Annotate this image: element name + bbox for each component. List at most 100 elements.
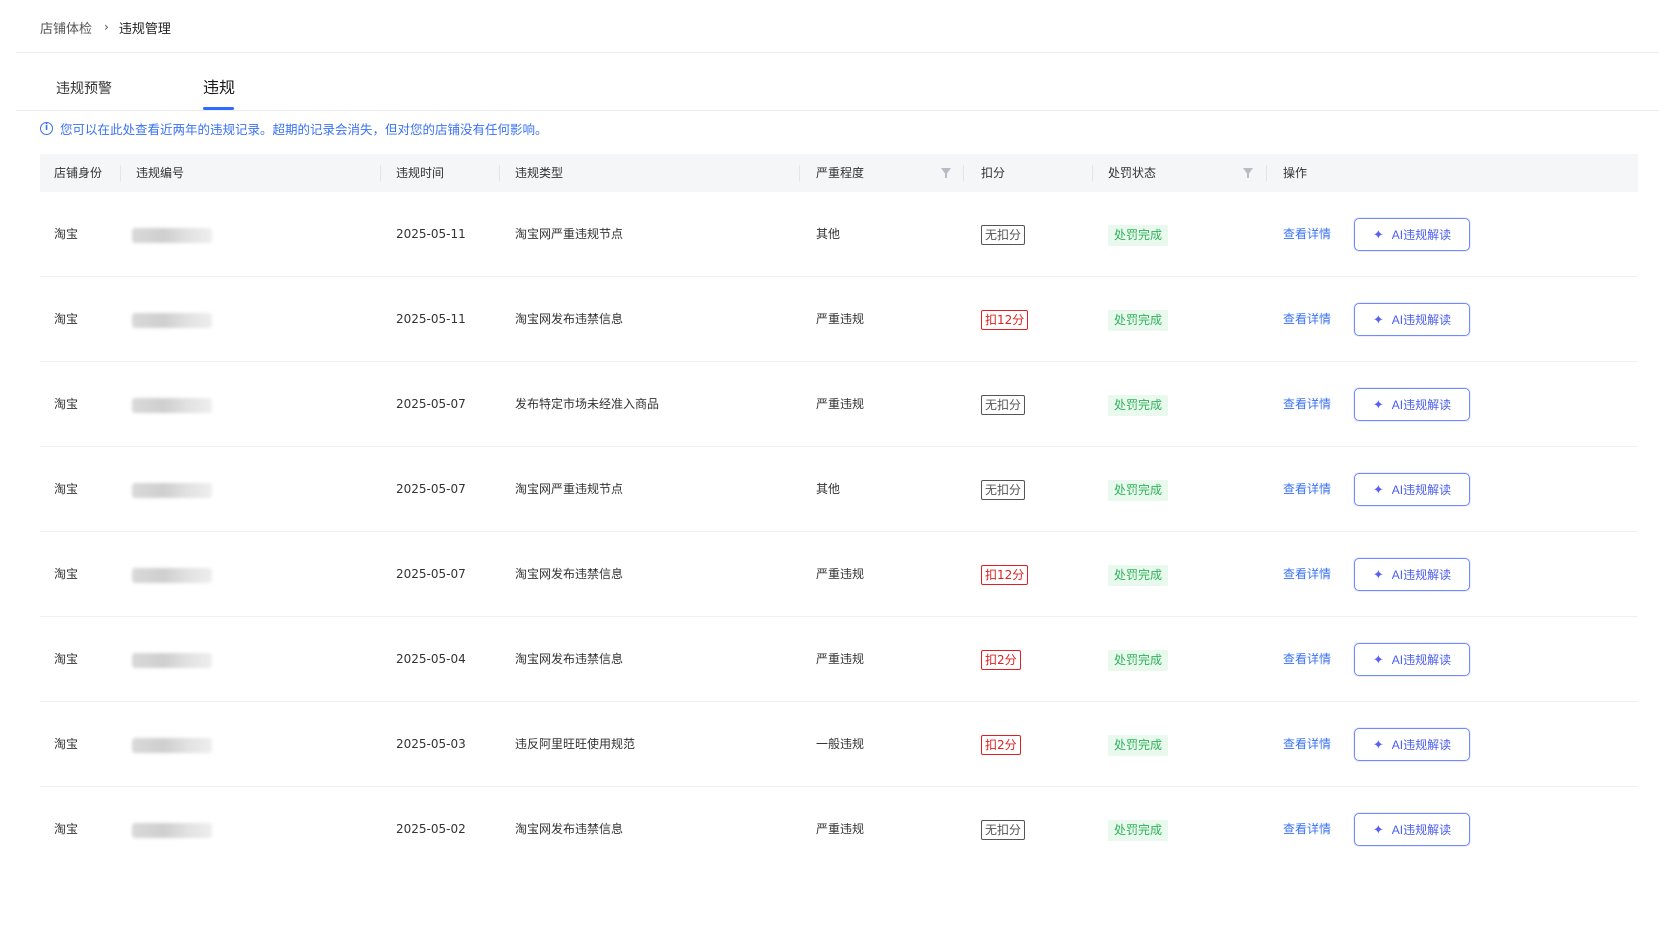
- severity-cell: 严重违规: [816, 397, 865, 411]
- severity-cell: 严重违规: [816, 822, 865, 836]
- header-status: 处罚状态: [1108, 166, 1157, 180]
- score-badge: 扣2分: [981, 650, 1021, 670]
- view-detail-link[interactable]: 查看详情: [1283, 787, 1331, 871]
- score-badge: 扣12分: [981, 565, 1029, 585]
- status-badge: 处罚完成: [1108, 650, 1169, 671]
- breadcrumb: 店铺体检 › 违规管理: [40, 18, 171, 37]
- table-header: 店铺身份 违规编号 违规时间 违规类型 严重程度 扣分 处罚状态 操作: [40, 154, 1638, 192]
- view-detail-link[interactable]: 查看详情: [1283, 617, 1331, 701]
- sparkle-icon: ✦: [1372, 481, 1384, 497]
- score-badge: 扣12分: [981, 310, 1029, 330]
- table-row: 淘宝 2025-05-07 淘宝网严重违规节点 其他 无扣分 处罚完成 查看详情…: [40, 447, 1638, 532]
- score-badge: 无扣分: [981, 820, 1026, 840]
- violation-table: 店铺身份 违规编号 违规时间 违规类型 严重程度 扣分 处罚状态 操作 淘宝 2…: [40, 154, 1638, 872]
- filter-icon[interactable]: [1243, 168, 1253, 178]
- table-row: 淘宝 2025-05-11 淘宝网发布违禁信息 严重违规 扣12分 处罚完成 查…: [40, 277, 1638, 362]
- table-row: 淘宝 2025-05-03 违反阿里旺旺使用规范 一般违规 扣2分 处罚完成 查…: [40, 702, 1638, 787]
- ai-explain-label: AI违规解读: [1391, 568, 1452, 582]
- ai-explain-button[interactable]: ✦ AI违规解读: [1354, 643, 1470, 676]
- status-badge: 处罚完成: [1108, 820, 1169, 841]
- status-badge: 处罚完成: [1108, 565, 1169, 586]
- ai-explain-label: AI违规解读: [1391, 228, 1452, 242]
- time-cell: 2025-05-02: [396, 822, 466, 836]
- shop-cell: 淘宝: [54, 312, 79, 326]
- type-cell: 违反阿里旺旺使用规范: [515, 737, 636, 751]
- severity-cell: 严重违规: [816, 312, 865, 326]
- type-cell: 淘宝网严重违规节点: [515, 227, 624, 241]
- header-action: 操作: [1283, 166, 1308, 180]
- ai-explain-label: AI违规解读: [1391, 738, 1452, 752]
- time-cell: 2025-05-07: [396, 482, 466, 496]
- score-badge: 无扣分: [981, 480, 1026, 500]
- sparkle-icon: ✦: [1372, 736, 1384, 752]
- sparkle-icon: ✦: [1372, 651, 1384, 667]
- shop-cell: 淘宝: [54, 567, 79, 581]
- tabs-divider: [16, 110, 1659, 111]
- breadcrumb-parent[interactable]: 店铺体检: [40, 18, 92, 37]
- time-cell: 2025-05-03: [396, 737, 466, 751]
- header-divider: [120, 165, 121, 181]
- status-badge: 处罚完成: [1108, 225, 1169, 246]
- header-divider: [499, 165, 500, 181]
- header-severity: 严重程度: [816, 166, 865, 180]
- sparkle-icon: ✦: [1372, 566, 1384, 582]
- header-time: 违规时间: [396, 166, 445, 180]
- header-divider: [799, 165, 800, 181]
- violation-id-redacted: [132, 313, 212, 328]
- header-type: 违规类型: [515, 166, 564, 180]
- ai-explain-button[interactable]: ✦ AI违规解读: [1354, 218, 1470, 251]
- score-badge: 无扣分: [981, 225, 1026, 245]
- ai-explain-button[interactable]: ✦ AI违规解读: [1354, 728, 1470, 761]
- shop-cell: 淘宝: [54, 482, 79, 496]
- tab-violation-warning[interactable]: 违规预警: [56, 76, 203, 110]
- ai-explain-button[interactable]: ✦ AI违规解读: [1354, 473, 1470, 506]
- time-cell: 2025-05-11: [396, 312, 466, 326]
- header-divider: [963, 165, 964, 181]
- violation-id-redacted: [132, 398, 212, 413]
- time-cell: 2025-05-11: [396, 227, 466, 241]
- ai-explain-button[interactable]: ✦ AI违规解读: [1354, 388, 1470, 421]
- ai-explain-button[interactable]: ✦ AI违规解读: [1354, 558, 1470, 591]
- type-cell: 淘宝网严重违规节点: [515, 482, 624, 496]
- table-row: 淘宝 2025-05-04 淘宝网发布违禁信息 严重违规 扣2分 处罚完成 查看…: [40, 617, 1638, 702]
- violation-id-redacted: [132, 483, 212, 498]
- status-badge: 处罚完成: [1108, 735, 1169, 756]
- view-detail-link[interactable]: 查看详情: [1283, 702, 1331, 786]
- shop-cell: 淘宝: [54, 822, 79, 836]
- ai-explain-button[interactable]: ✦ AI违规解读: [1354, 813, 1470, 846]
- header-divider: [1266, 165, 1267, 181]
- sparkle-icon: ✦: [1372, 396, 1384, 412]
- header-divider: [16, 52, 1659, 53]
- type-cell: 淘宝网发布违禁信息: [515, 567, 624, 581]
- filter-icon[interactable]: [941, 168, 951, 178]
- tab-violation[interactable]: 违规: [203, 76, 235, 110]
- chevron-right-icon: ›: [104, 20, 109, 34]
- header-divider: [1092, 165, 1093, 181]
- severity-cell: 一般违规: [816, 737, 865, 751]
- shop-cell: 淘宝: [54, 737, 79, 751]
- ai-explain-label: AI违规解读: [1391, 653, 1452, 667]
- view-detail-link[interactable]: 查看详情: [1283, 362, 1331, 446]
- view-detail-link[interactable]: 查看详情: [1283, 192, 1331, 276]
- table-row: 淘宝 2025-05-07 淘宝网发布违禁信息 严重违规 扣12分 处罚完成 查…: [40, 532, 1638, 617]
- ai-explain-label: AI违规解读: [1391, 483, 1452, 497]
- header-divider: [380, 165, 381, 181]
- shop-cell: 淘宝: [54, 227, 79, 241]
- ai-explain-label: AI违规解读: [1391, 398, 1452, 412]
- ai-explain-label: AI违规解读: [1391, 823, 1452, 837]
- severity-cell: 严重违规: [816, 567, 865, 581]
- view-detail-link[interactable]: 查看详情: [1283, 532, 1331, 616]
- ai-explain-button[interactable]: ✦ AI违规解读: [1354, 303, 1470, 336]
- view-detail-link[interactable]: 查看详情: [1283, 447, 1331, 531]
- breadcrumb-current: 违规管理: [118, 21, 171, 37]
- type-cell: 淘宝网发布违禁信息: [515, 822, 624, 836]
- view-detail-link[interactable]: 查看详情: [1283, 277, 1331, 361]
- violation-id-redacted: [132, 823, 212, 838]
- severity-cell: 其他: [816, 482, 841, 496]
- type-cell: 淘宝网发布违禁信息: [515, 312, 624, 326]
- sparkle-icon: ✦: [1372, 311, 1384, 327]
- type-cell: 淘宝网发布违禁信息: [515, 652, 624, 666]
- status-badge: 处罚完成: [1108, 480, 1169, 501]
- ai-explain-label: AI违规解读: [1391, 313, 1452, 327]
- status-badge: 处罚完成: [1108, 395, 1169, 416]
